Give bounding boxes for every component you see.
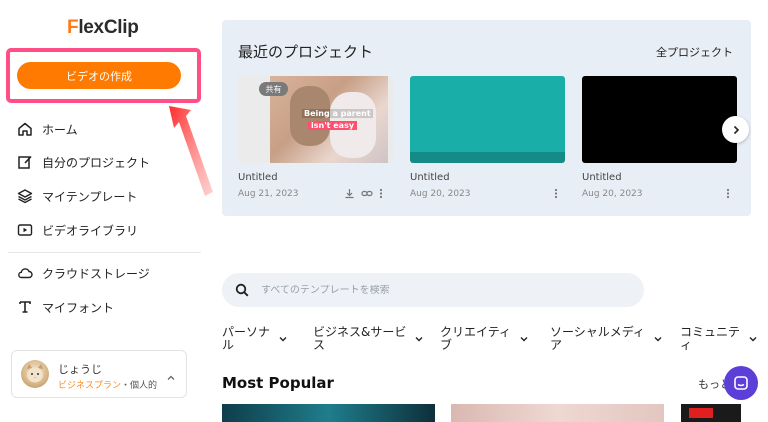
chevron-down-icon	[279, 337, 287, 342]
sidebar-item-cloud-storage[interactable]: クラウドストレージ	[16, 262, 150, 284]
sidebar-item-home[interactable]: ホーム	[16, 118, 78, 140]
section-title: Most Popular	[222, 374, 334, 392]
user-plan: ビジネスプラン・個人的	[58, 381, 158, 391]
recent-projects-title: 最近のプロジェクト	[238, 43, 374, 61]
category-community[interactable]: コミュニティ	[680, 326, 758, 352]
thumbnail-caption: isn't easy	[308, 121, 358, 130]
recent-projects-panel: 最近のプロジェクト 全プロジェクト 共有 Being a parent isn'…	[222, 20, 751, 216]
project-date: Aug 20, 2023	[410, 189, 471, 199]
category-business[interactable]: ビジネス&サービス	[313, 326, 424, 352]
project-date: Aug 21, 2023	[238, 189, 299, 199]
thumbnail-caption: Being a parent	[302, 109, 373, 118]
user-account-card[interactable]: じょうじ ビジネスプラン・個人的	[11, 350, 187, 398]
sidebar-item-video-library[interactable]: ビデオライブラリ	[16, 219, 138, 241]
sidebar-item-label: ビデオライブラリ	[42, 223, 139, 238]
project-actions	[726, 187, 730, 199]
template-preview[interactable]	[222, 404, 435, 422]
annotation-arrow-icon	[169, 106, 213, 196]
more-options-icon[interactable]	[726, 184, 730, 203]
category-label: パーソナル	[222, 325, 271, 352]
chevron-down-icon	[654, 337, 662, 342]
project-title[interactable]: Untitled	[238, 172, 278, 183]
more-options-icon[interactable]	[379, 184, 383, 203]
category-label: クリエイティブ	[440, 325, 512, 352]
category-social-media[interactable]: ソーシャルメディア	[550, 326, 663, 352]
sidebar: FlexClip ビデオの作成 ホーム 自分のプロジェクト マイテンプレート ビ…	[0, 0, 205, 422]
sidebar-item-label: クラウドストレージ	[42, 266, 150, 281]
chevron-down-icon	[520, 337, 528, 342]
project-thumbnail[interactable]	[582, 76, 737, 163]
project-thumbnail[interactable]: 共有 Being a parent isn't easy	[238, 76, 393, 163]
cloud-icon	[16, 264, 34, 282]
search-icon	[235, 283, 249, 297]
sidebar-divider	[8, 252, 201, 253]
avatar	[21, 360, 49, 388]
flexclip-dashboard: FlexClip ビデオの作成 ホーム 自分のプロジェクト マイテンプレート ビ…	[0, 0, 768, 422]
layers-icon	[16, 187, 34, 205]
sidebar-item-my-fonts[interactable]: マイフォント	[16, 296, 114, 318]
project-actions	[554, 187, 558, 199]
sidebar-item-my-projects[interactable]: 自分のプロジェクト	[16, 151, 150, 173]
flexclip-logo[interactable]: FlexClip	[67, 17, 139, 39]
search-input[interactable]	[261, 284, 621, 296]
sidebar-item-label: マイテンプレート	[42, 189, 138, 204]
video-library-icon	[16, 221, 34, 239]
sidebar-item-label: マイフォント	[42, 300, 115, 315]
category-label: コミュニティ	[680, 325, 741, 352]
sidebar-item-label: 自分のプロジェクト	[42, 155, 151, 170]
all-projects-link[interactable]: 全プロジェクト	[656, 44, 733, 60]
more-options-icon[interactable]	[554, 184, 558, 203]
edit-icon	[16, 153, 34, 171]
project-date: Aug 20, 2023	[582, 189, 643, 199]
chat-support-button[interactable]	[724, 366, 758, 400]
project-thumbnail[interactable]	[410, 76, 565, 163]
font-icon	[16, 298, 34, 316]
project-title[interactable]: Untitled	[410, 172, 450, 183]
chevron-right-icon	[733, 125, 739, 134]
chevron-down-icon	[749, 337, 757, 342]
sidebar-item-label: ホーム	[42, 122, 78, 137]
template-preview[interactable]	[681, 404, 741, 422]
carousel-next-button[interactable]	[722, 116, 749, 143]
project-title[interactable]: Untitled	[582, 172, 622, 183]
chevron-up-icon	[166, 368, 176, 380]
home-icon	[16, 120, 34, 138]
category-personal[interactable]: パーソナル	[222, 326, 288, 352]
project-actions	[344, 187, 383, 199]
sidebar-item-my-templates[interactable]: マイテンプレート	[16, 185, 137, 207]
category-label: ビジネス&サービス	[313, 325, 407, 352]
chevron-down-icon	[415, 337, 423, 342]
category-creative[interactable]: クリエイティブ	[440, 326, 529, 352]
category-label: ソーシャルメディア	[550, 325, 645, 352]
chat-icon	[734, 376, 748, 390]
shared-badge: 共有	[259, 82, 288, 96]
template-preview[interactable]	[451, 404, 664, 422]
template-search-bar[interactable]	[222, 273, 644, 307]
download-icon[interactable]	[344, 184, 355, 203]
user-name: じょうじ	[58, 363, 102, 376]
create-video-button[interactable]: ビデオの作成	[17, 62, 181, 89]
link-icon[interactable]	[361, 184, 373, 203]
